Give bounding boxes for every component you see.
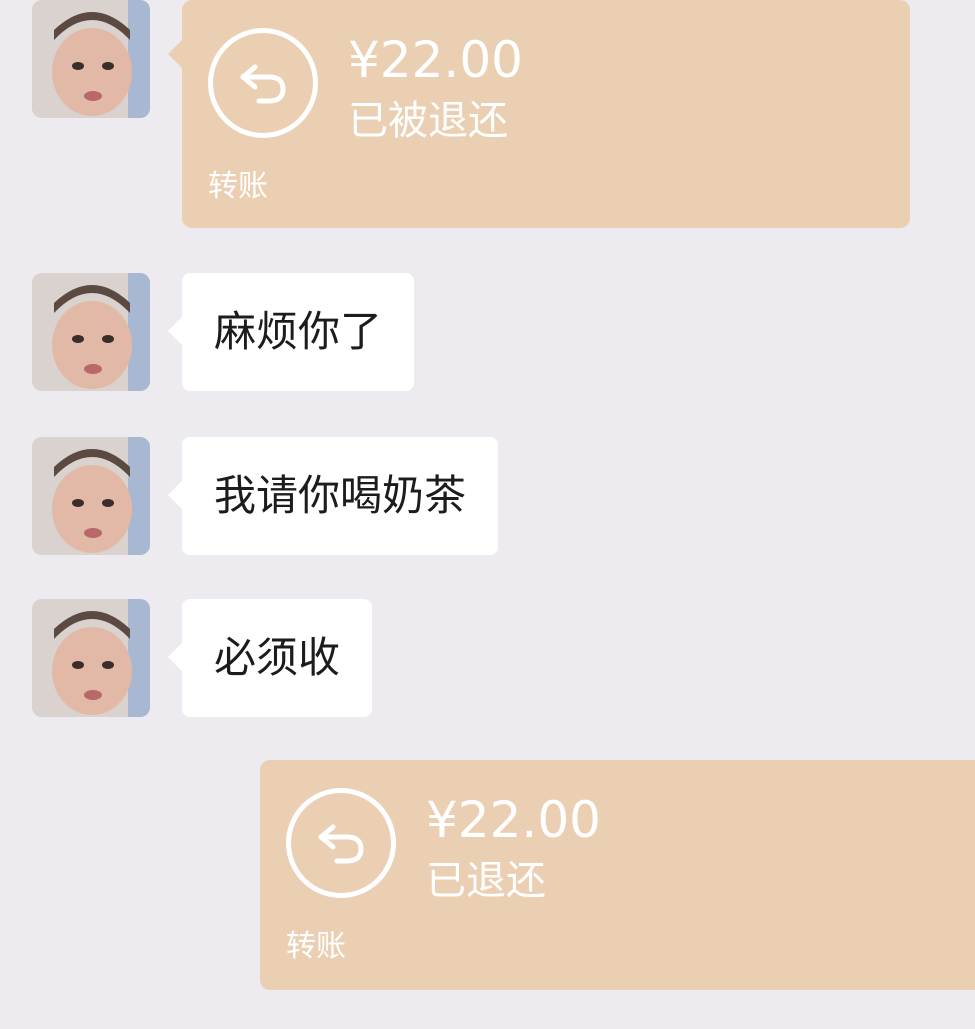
chat-message-list: ¥22.00 已被退还 转账 麻烦你了 我请你喝奶茶 必须收 ¥22.00 已退… bbox=[0, 0, 975, 1029]
avatar-photo bbox=[32, 599, 150, 717]
message-row: 必须收 bbox=[0, 599, 975, 717]
avatar-photo bbox=[32, 437, 150, 555]
contact-avatar[interactable] bbox=[32, 273, 150, 391]
message-row: ¥22.00 已被退还 转账 bbox=[0, 0, 975, 240]
transfer-card[interactable]: ¥22.00 已被退还 转账 bbox=[168, 0, 910, 228]
transfer-amount: ¥22.00 bbox=[426, 791, 601, 849]
contact-avatar[interactable] bbox=[32, 599, 150, 717]
return-arrow-icon bbox=[286, 788, 396, 898]
message-row: 麻烦你了 bbox=[0, 273, 975, 391]
contact-avatar[interactable] bbox=[32, 437, 150, 555]
transfer-label: 转账 bbox=[208, 169, 268, 204]
transfer-amount: ¥22.00 bbox=[348, 31, 523, 89]
text-message-bubble[interactable]: 必须收 bbox=[167, 599, 373, 717]
avatar-photo bbox=[32, 273, 150, 391]
transfer-status: 已退还 bbox=[426, 858, 546, 904]
return-arrow-icon bbox=[208, 28, 318, 138]
text-message-bubble[interactable]: 我请你喝奶茶 bbox=[167, 437, 499, 555]
message-row: ¥22.00 已退还 转账 bbox=[0, 760, 975, 990]
message-row: 我请你喝奶茶 bbox=[0, 437, 975, 555]
avatar-photo bbox=[32, 0, 150, 118]
transfer-label: 转账 bbox=[286, 929, 346, 964]
transfer-status: 已被退还 bbox=[348, 98, 508, 144]
contact-avatar[interactable] bbox=[32, 0, 150, 118]
text-message-bubble[interactable]: 麻烦你了 bbox=[167, 273, 415, 391]
transfer-card[interactable]: ¥22.00 已退还 转账 bbox=[260, 760, 975, 990]
